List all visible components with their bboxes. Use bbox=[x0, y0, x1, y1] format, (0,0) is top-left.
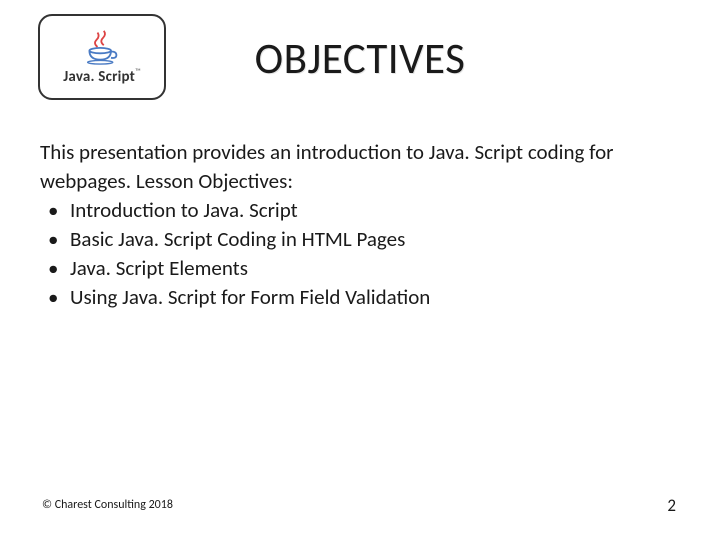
slide-title: OBJECTIVES bbox=[0, 32, 720, 85]
list-item: Basic Java. Script Coding in HTML Pages bbox=[40, 225, 670, 254]
intro-text: This presentation provides an introducti… bbox=[40, 138, 670, 196]
list-item: Introduction to Java. Script bbox=[40, 196, 670, 225]
footer-copyright: © Charest Consulting 2018 bbox=[42, 498, 173, 512]
list-item: Using Java. Script for Form Field Valida… bbox=[40, 283, 670, 312]
objectives-list: Introduction to Java. Script Basic Java.… bbox=[40, 196, 670, 312]
slide-content: This presentation provides an introducti… bbox=[40, 138, 670, 312]
page-number: 2 bbox=[667, 495, 676, 516]
list-item: Java. Script Elements bbox=[40, 254, 670, 283]
